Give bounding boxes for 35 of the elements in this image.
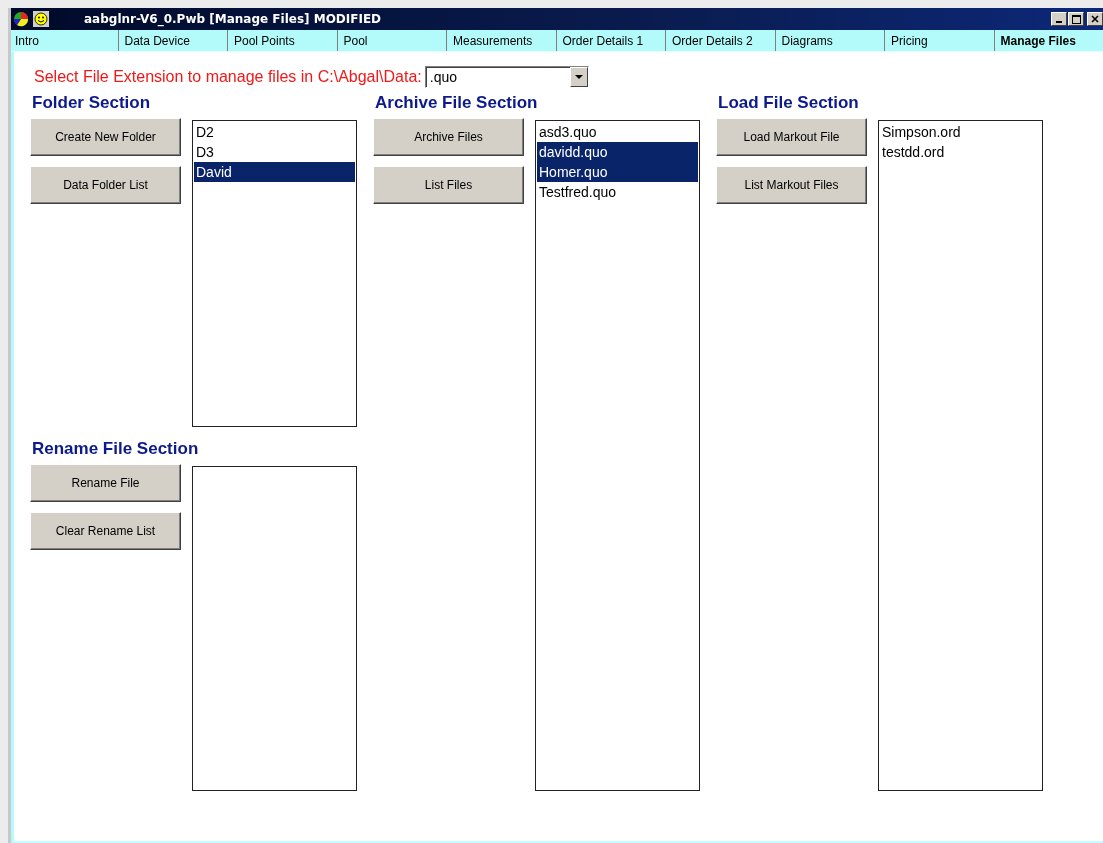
list-item[interactable]: asd3.quo [537, 122, 698, 142]
action-button[interactable]: Create New Folder [30, 118, 181, 156]
action-button[interactable]: Data Folder List [30, 166, 181, 204]
dropdown-arrow-icon [574, 75, 583, 79]
action-button[interactable]: Archive Files [373, 118, 524, 156]
close-button[interactable] [1087, 12, 1103, 26]
section-heading: Folder Section [32, 93, 152, 113]
smiley-icon [33, 11, 49, 27]
list-item[interactable]: davidd.quo [537, 142, 698, 162]
section-heading: Rename File Section [32, 439, 200, 459]
list-item[interactable]: D2 [194, 122, 355, 142]
maximize-button[interactable] [1068, 12, 1084, 26]
action-button[interactable]: List Files [373, 166, 524, 204]
section-heading: Archive File Section [375, 93, 539, 113]
minimize-button[interactable] [1051, 12, 1067, 26]
maximize-icon [1071, 14, 1081, 24]
file-listbox[interactable]: asd3.quo davidd.quo Homer.quo Testfred.quo [535, 120, 700, 791]
close-icon [1091, 15, 1099, 23]
app-logo-icon [13, 11, 29, 27]
section-heading: Load File Section [718, 93, 860, 113]
extension-dropdown[interactable]: .quo [424, 66, 589, 88]
action-button[interactable]: Rename File [30, 464, 181, 502]
extension-label: Select File Extension to manage files in C:\Abgal\Data: [34, 68, 422, 86]
action-button[interactable]: List Markout Files [716, 166, 867, 204]
list-item[interactable]: testdd.ord [880, 142, 1041, 162]
list-item[interactable]: Homer.quo [537, 162, 698, 182]
action-button[interactable]: Load Markout File [716, 118, 867, 156]
list-item[interactable]: D3 [194, 142, 355, 162]
action-button[interactable]: Clear Rename List [30, 512, 181, 550]
file-listbox[interactable]: D2 D3 David [192, 120, 357, 427]
list-item[interactable]: Testfred.quo [537, 182, 698, 202]
file-listbox[interactable]: Simpson.ord testdd.ord [878, 120, 1043, 791]
list-item[interactable]: David [194, 162, 355, 182]
list-item[interactable]: Simpson.ord [880, 122, 1041, 142]
window-title: aabglnr-V6_0.Pwb [Manage Files] MODIFIED [84, 12, 383, 26]
